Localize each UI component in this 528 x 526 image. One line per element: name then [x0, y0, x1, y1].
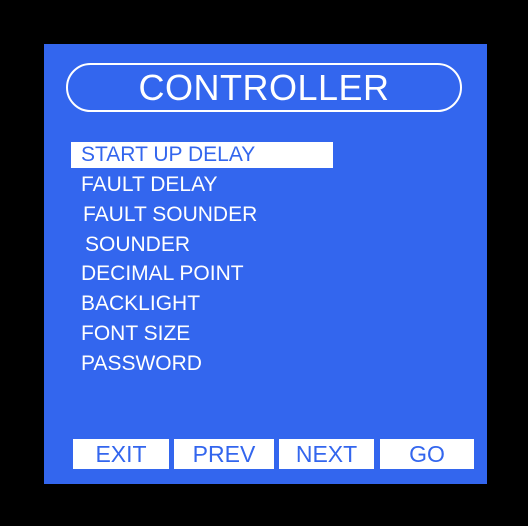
menu-item-decimal-point[interactable]: DECIMAL POINT	[81, 261, 244, 287]
menu-item-sounder[interactable]: SOUNDER	[85, 232, 190, 258]
go-button[interactable]: GO	[380, 439, 474, 469]
next-button[interactable]: NEXT	[279, 439, 374, 469]
menu-item-backlight[interactable]: BACKLIGHT	[81, 291, 200, 317]
menu-item-font-size[interactable]: FONT SIZE	[81, 321, 190, 347]
screen-title: CONTROLLER	[66, 63, 462, 112]
lcd-screen: CONTROLLER START UP DELAY FAULT DELAY FA…	[44, 44, 487, 484]
menu-item-start-up-delay[interactable]: START UP DELAY	[71, 142, 333, 168]
menu-item-password[interactable]: PASSWORD	[81, 351, 202, 377]
device-bezel: CONTROLLER START UP DELAY FAULT DELAY FA…	[0, 0, 528, 526]
exit-button[interactable]: EXIT	[73, 439, 169, 469]
menu-item-fault-sounder[interactable]: FAULT SOUNDER	[83, 202, 257, 228]
prev-button[interactable]: PREV	[174, 439, 274, 469]
menu-item-fault-delay[interactable]: FAULT DELAY	[81, 172, 218, 198]
